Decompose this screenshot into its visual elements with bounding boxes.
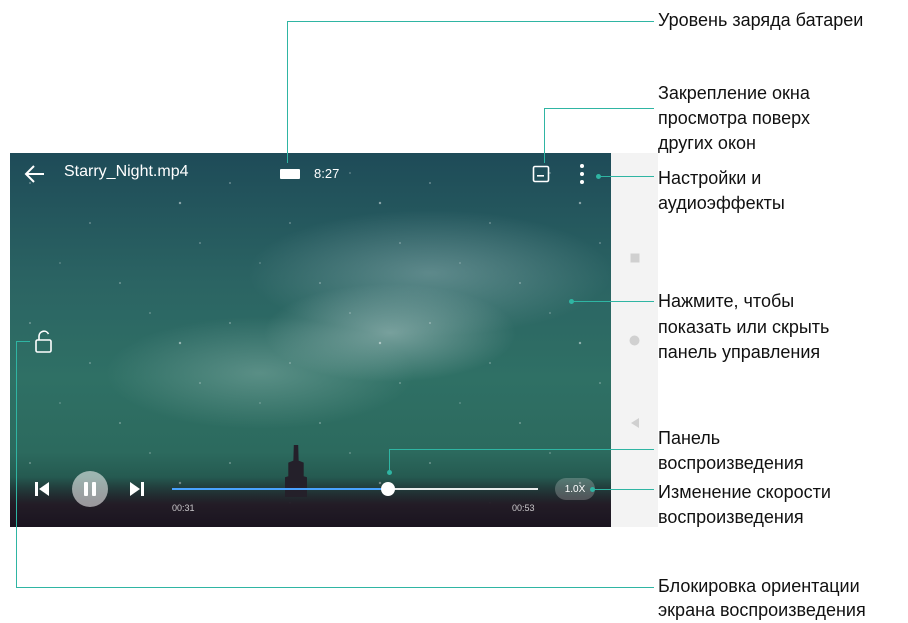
skip-next-icon[interactable] [129,481,145,497]
callout-playbar-1: Панель [658,428,721,448]
more-vertical-icon[interactable] [578,163,586,185]
arrow-left-icon[interactable] [24,164,46,184]
current-time: 00:31 [172,503,195,513]
callout-line [571,301,654,302]
unlock-icon[interactable] [34,330,54,354]
callout-line [389,449,654,450]
callout-dot [387,470,392,475]
callout-float-window-3: других окон [658,133,756,153]
callout-line [544,108,654,109]
callout-line [287,21,654,22]
callout-line [16,341,17,587]
callout-tap-2: показать или скрыть [658,317,830,337]
callout-lock-2: экрана воспроизведения [658,600,866,620]
callout-line [16,587,654,588]
callout-float-window-1: Закрепление окна [658,83,810,103]
callout-tap-1: Нажмите, чтобы [658,291,795,311]
progress-fill [172,488,388,490]
callout-battery: Уровень заряда батареи [658,10,864,30]
video-title: Starry_Night.mp4 [64,163,189,180]
callout-line [598,176,654,177]
callout-speed-2: воспроизведения [658,507,804,527]
nav-back-icon[interactable] [611,413,658,433]
nav-recents-icon[interactable] [611,248,658,268]
skip-previous-icon[interactable] [34,481,50,497]
callout-speed-1: Изменение скорости [658,482,831,502]
callout-tap-3: панель управления [658,342,821,362]
float-window-icon[interactable] [532,165,550,183]
callout-settings-1: Настройки и [658,168,762,188]
status-clock: 8:27 [314,166,340,181]
callout-lock-1: Блокировка ориентации [658,576,860,596]
callout-dot [590,487,595,492]
total-time: 00:53 [512,503,535,513]
video-surface[interactable] [10,153,611,527]
battery-icon [280,169,300,179]
progress-thumb[interactable] [380,482,395,496]
playback-speed-button[interactable]: 1.0X [555,478,595,500]
system-navigation-bar [611,153,658,527]
callout-line [16,341,30,342]
callout-dot [596,174,601,179]
callout-line [544,108,545,163]
pause-icon [84,482,96,496]
nav-home-icon[interactable] [611,330,658,350]
callout-playbar-2: воспроизведения [658,453,804,473]
annotated-screenshot: Starry_Night.mp4 8:27 00:31 00:53 1.0X У… [0,0,908,623]
callout-settings-2: аудиоэффекты [658,193,785,213]
star-field [10,153,611,527]
callout-line [287,21,288,163]
playback-progress-bar[interactable] [172,482,538,496]
pause-button[interactable] [72,471,108,507]
callout-line [389,449,390,472]
callout-line [592,489,654,490]
callout-dot [569,299,574,304]
callout-float-window-2: просмотра поверх [658,108,810,128]
